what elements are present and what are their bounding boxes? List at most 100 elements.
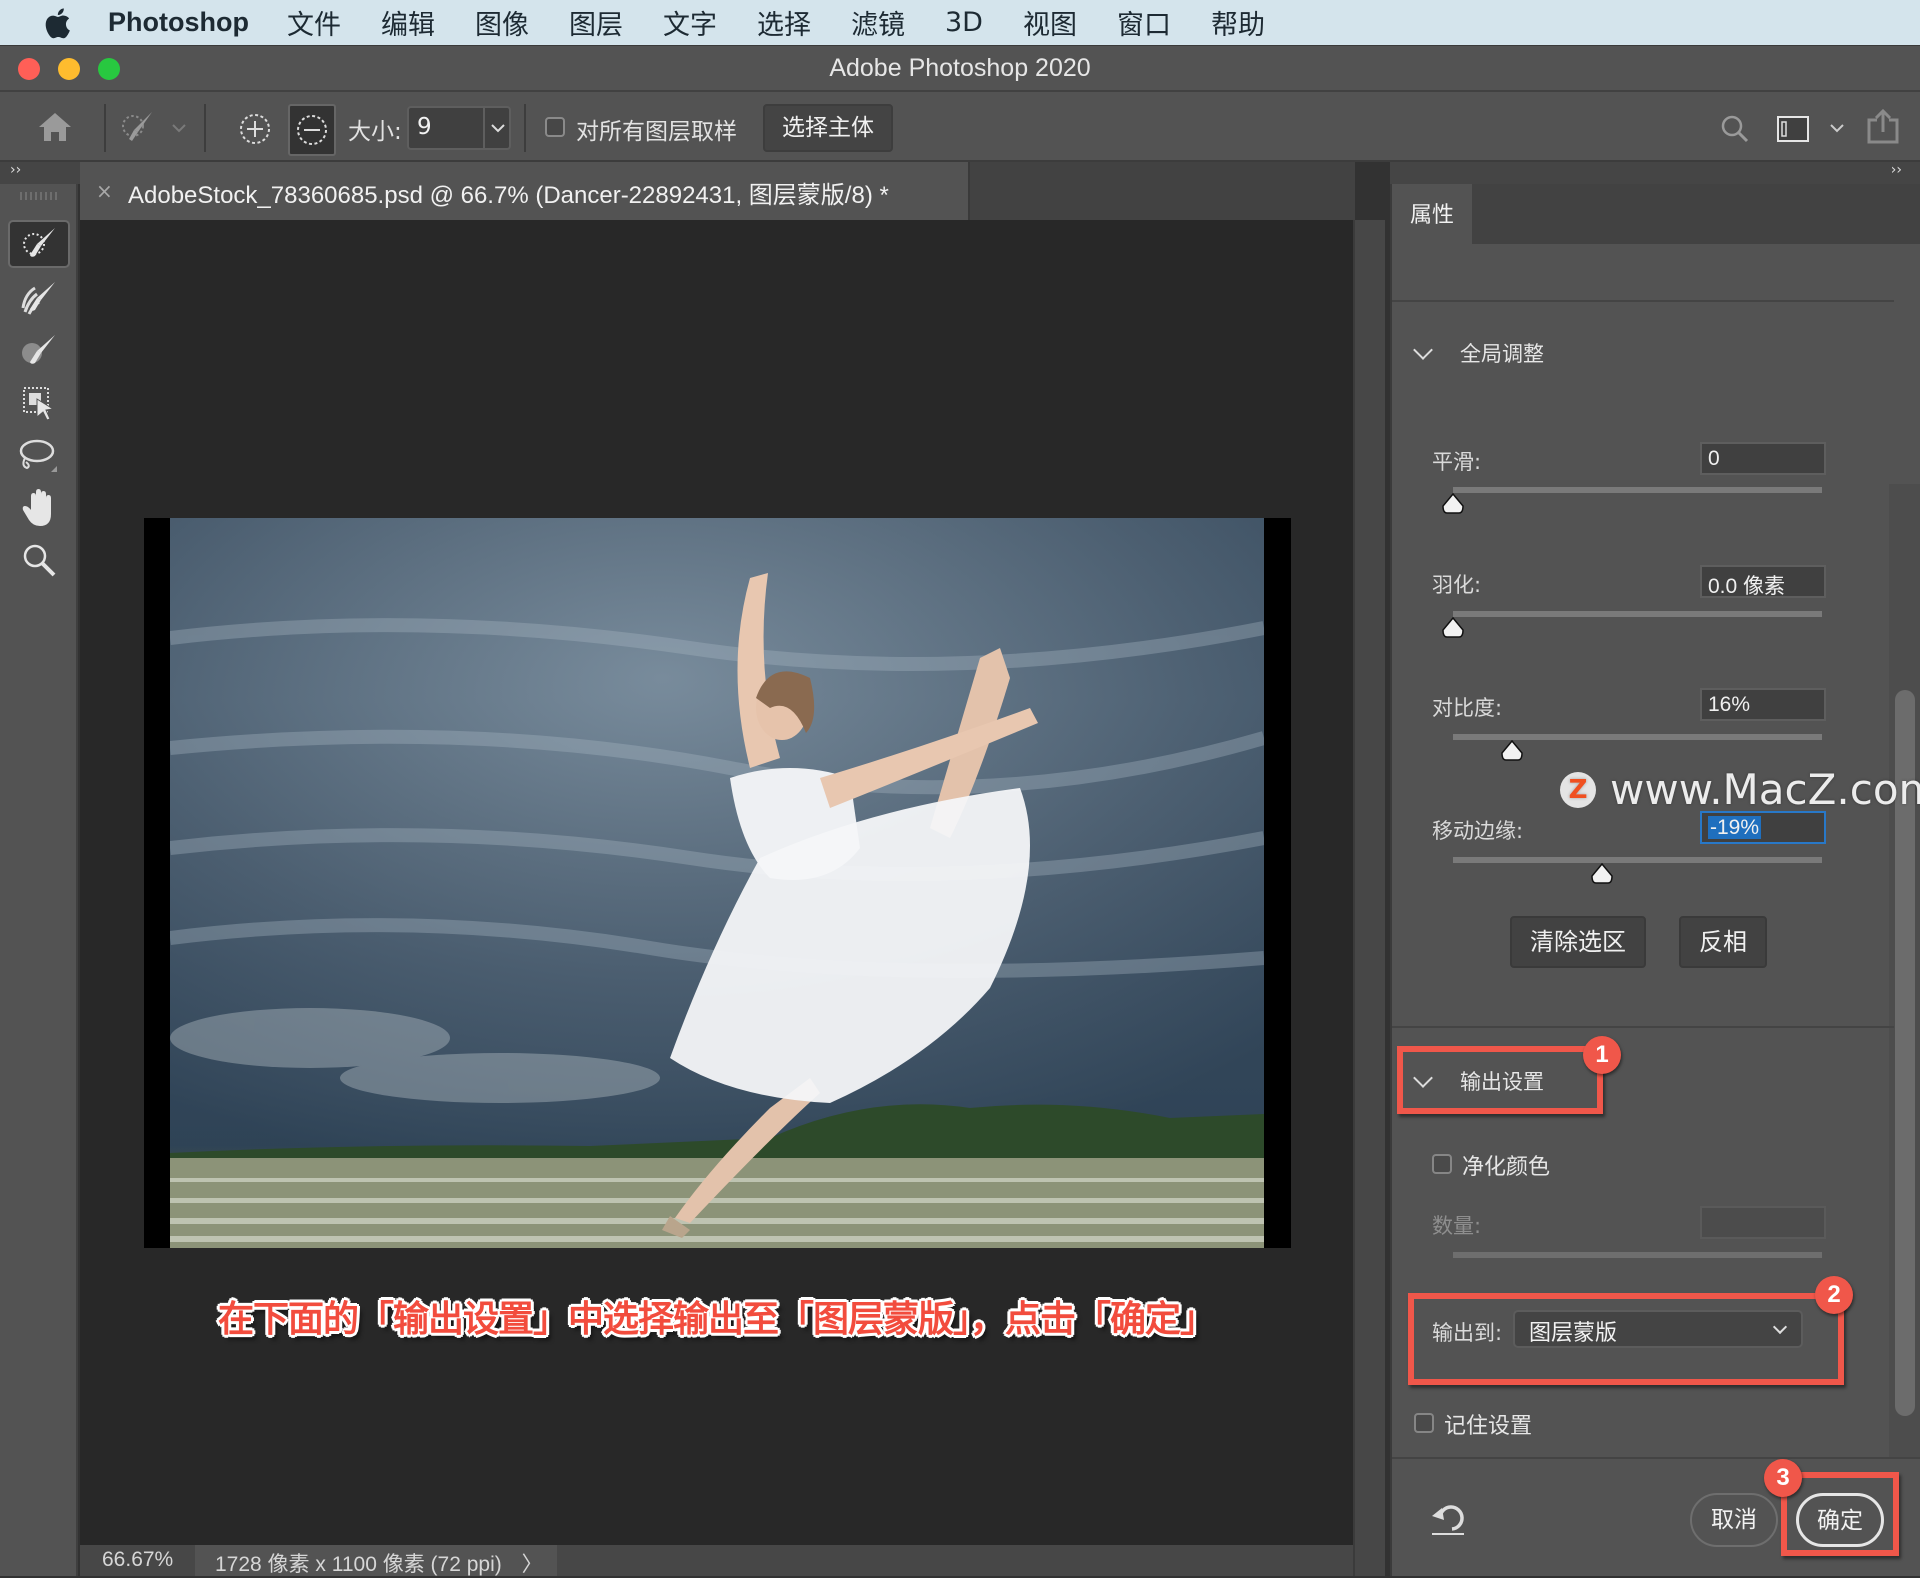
amount-field — [1700, 1206, 1826, 1239]
watermark: Z www.MacZ.com — [1560, 765, 1920, 814]
image-frame — [144, 518, 1291, 1248]
remember-settings-checkbox[interactable] — [1414, 1413, 1434, 1433]
toolbar-collapse-button[interactable]: ›› — [0, 162, 80, 184]
subtract-from-selection-button[interactable] — [288, 104, 336, 156]
smooth-slider-thumb[interactable] — [1442, 493, 1464, 515]
amount-label: 数量: — [1432, 1214, 1482, 1238]
callout-badge-1: 1 — [1583, 1036, 1621, 1074]
apple-logo-icon[interactable] — [42, 7, 72, 39]
feather-slider-track[interactable] — [1453, 611, 1822, 617]
divider — [1392, 300, 1894, 302]
smooth-label: 平滑: — [1432, 450, 1482, 474]
tool-options-bar: 大小: 9 对所有图层取样 选择主体 — [0, 90, 1920, 162]
status-bar: 66.67% 1728 像素 x 1100 像素 (72 ppi) 〉 — [80, 1545, 1353, 1576]
close-document-icon[interactable]: × — [96, 179, 113, 203]
tools-panel — [0, 184, 78, 1576]
contrast-field[interactable]: 16% — [1700, 688, 1826, 721]
menu-filter[interactable]: 滤镜 — [851, 3, 905, 42]
reset-icon[interactable] — [1430, 1502, 1466, 1536]
divider — [104, 104, 106, 152]
smooth-slider-track[interactable] — [1453, 487, 1822, 493]
tool-object-selection[interactable] — [8, 379, 70, 427]
shift-edge-label: 移动边缘: — [1432, 819, 1524, 843]
invert-button[interactable]: 反相 — [1679, 916, 1767, 968]
select-subject-button[interactable]: 选择主体 — [763, 104, 893, 152]
window-title-bar: Adobe Photoshop 2020 — [0, 45, 1920, 90]
brush-icon — [22, 335, 55, 364]
zoom-icon — [23, 544, 56, 577]
contrast-slider-thumb[interactable] — [1501, 740, 1523, 762]
workspace-icon[interactable] — [1777, 116, 1809, 142]
sample-all-layers-checkbox[interactable] — [545, 117, 565, 137]
tool-refine-edge-brush[interactable] — [8, 274, 70, 322]
brush-size-field[interactable]: 9 — [407, 106, 511, 150]
callout-box-output-settings — [1397, 1046, 1603, 1114]
document-info[interactable]: 1728 像素 x 1100 像素 (72 ppi) 〉 — [195, 1545, 557, 1576]
smooth-field[interactable]: 0 — [1700, 442, 1826, 475]
refine-edge-brush-icon — [21, 282, 55, 315]
menu-view[interactable]: 视图 — [1023, 3, 1077, 42]
quick-selection-brush-icon — [23, 228, 55, 257]
tool-brush[interactable] — [8, 327, 70, 375]
zoom-level[interactable]: 66.67% — [102, 1548, 173, 1572]
dancer-photo[interactable] — [170, 518, 1264, 1248]
subtract-from-selection-icon — [297, 115, 327, 145]
feather-field[interactable]: 0.0 像素 — [1700, 565, 1826, 598]
shift-edge-slider-track[interactable] — [1453, 857, 1822, 863]
tool-zoom[interactable] — [8, 536, 70, 584]
canvas-vertical-scrollbar[interactable] — [1353, 220, 1385, 1576]
workspace-chevron-icon[interactable] — [1830, 124, 1844, 134]
document-dimensions: 1728 像素 x 1100 像素 (72 ppi) — [215, 1553, 502, 1576]
shift-edge-field[interactable]: -19% — [1700, 811, 1826, 844]
panel-tabs: 属性 — [1392, 184, 1920, 244]
cancel-button[interactable]: 取消 — [1690, 1493, 1778, 1547]
document-tab[interactable]: × AdobeStock_78360685.psd @ 66.7% (Dance… — [80, 162, 970, 220]
object-selection-icon — [23, 387, 55, 421]
callout-badge-2: 2 — [1815, 1276, 1853, 1314]
remember-settings-label: 记住设置 — [1444, 1414, 1533, 1439]
feather-slider-thumb[interactable] — [1442, 617, 1464, 639]
macos-menu-bar: Photoshop 文件 编辑 图像 图层 文字 选择 滤镜 3D 视图 窗口 … — [0, 0, 1920, 45]
menu-window[interactable]: 窗口 — [1117, 3, 1171, 42]
instruction-annotation: 在下面的「输出设置」中选择输出至「图层蒙版」，点击「确定」 — [217, 1299, 1216, 1340]
share-icon[interactable] — [1866, 108, 1900, 144]
tool-quick-selection[interactable] — [8, 220, 70, 268]
divider — [524, 104, 526, 152]
watermark-logo-icon: Z — [1560, 771, 1596, 808]
document-tab-title: AdobeStock_78360685.psd @ 66.7% (Dancer-… — [128, 182, 889, 209]
global-adjustments-header[interactable]: 全局调整 — [1410, 338, 1544, 368]
decontaminate-colors-label: 净化颜色 — [1462, 1155, 1551, 1180]
callout-badge-3: 3 — [1764, 1459, 1802, 1497]
chevron-down-icon[interactable] — [172, 124, 186, 134]
tool-preset-picker-icon[interactable] — [118, 108, 158, 148]
lasso-icon — [19, 439, 57, 472]
clear-selection-button[interactable]: 清除选区 — [1510, 916, 1646, 968]
divider — [483, 108, 485, 148]
tool-hand[interactable] — [8, 484, 70, 532]
menu-layer[interactable]: 图层 — [569, 3, 623, 42]
chevron-down-icon — [1413, 340, 1433, 360]
shift-edge-slider-thumb[interactable] — [1591, 863, 1614, 885]
toolbar-grip[interactable] — [20, 192, 58, 200]
decontaminate-colors-checkbox[interactable] — [1432, 1154, 1452, 1174]
home-icon[interactable] — [38, 112, 72, 142]
size-dropdown-chevron-icon[interactable] — [491, 124, 505, 134]
search-icon[interactable] — [1720, 114, 1750, 144]
tab-properties[interactable]: 属性 — [1392, 184, 1472, 244]
add-to-selection-icon[interactable] — [238, 112, 272, 146]
menu-file[interactable]: 文件 — [287, 3, 341, 42]
menu-image[interactable]: 图像 — [475, 3, 529, 42]
menu-help[interactable]: 帮助 — [1211, 3, 1265, 42]
panel-collapse-button[interactable]: ›› — [1390, 162, 1920, 184]
callout-box-output-to — [1408, 1293, 1844, 1385]
menu-type[interactable]: 文字 — [663, 3, 717, 42]
menu-select[interactable]: 选择 — [757, 3, 811, 42]
tool-lasso[interactable] — [8, 432, 70, 480]
menu-3d[interactable]: 3D — [945, 7, 983, 38]
divider — [204, 104, 206, 152]
menu-edit[interactable]: 编辑 — [381, 3, 435, 42]
amount-slider-track — [1453, 1252, 1822, 1258]
status-menu-arrow-icon[interactable]: 〉 — [522, 1553, 543, 1576]
menu-app-name[interactable]: Photoshop — [108, 7, 249, 38]
contrast-label: 对比度: — [1432, 696, 1503, 720]
